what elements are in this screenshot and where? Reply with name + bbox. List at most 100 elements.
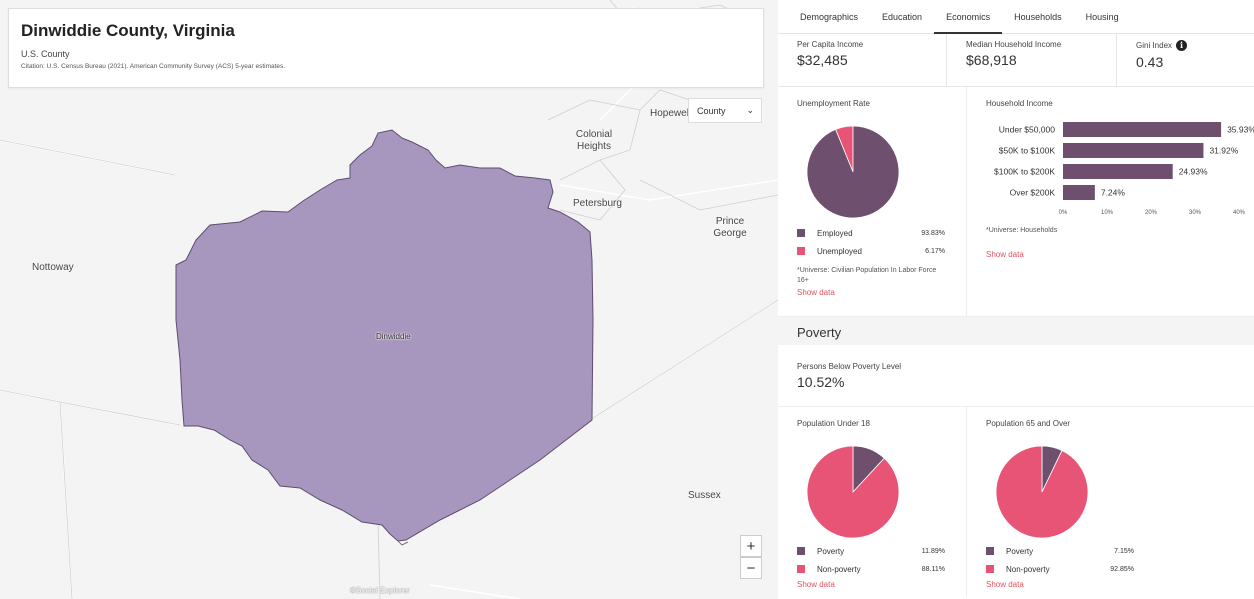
unemployment-show-data-link[interactable]: Show data: [797, 288, 966, 297]
legend-swatch: [986, 565, 994, 573]
region-type: U.S. County: [21, 49, 70, 59]
category-tabs: Demographics Education Economics Househo…: [778, 0, 1254, 34]
unemployment-legend: Employed 93.83% Unemployed 6.17%: [797, 224, 945, 260]
legend-swatch: [797, 229, 805, 237]
geography-level-select[interactable]: County ⌄: [688, 98, 762, 123]
median-household-income-label: Median Household Income: [966, 40, 1062, 49]
bar--50k-to-100k[interactable]: [1063, 143, 1204, 158]
bar-value-label: 7.24%: [1101, 188, 1126, 198]
bar-under-50-000[interactable]: [1063, 122, 1222, 137]
under18-title: Population Under 18: [797, 419, 870, 428]
over65-show-data-link[interactable]: Show data: [986, 580, 1254, 589]
pie-slice-non-poverty[interactable]: [806, 445, 900, 539]
household-income-bars: Under $50,000 35.93% $50K to $100K 31.92% $1…: [994, 122, 1254, 216]
gini-index-value: 0.43: [1136, 54, 1164, 70]
per-capita-income-stat: Per Capita Income $32,485: [778, 34, 946, 86]
tab-education[interactable]: Education: [870, 12, 934, 33]
household-income-footnote: *Universe: Households: [986, 227, 1058, 234]
map-label-sussex: Sussex: [688, 490, 721, 501]
under18-pie: [806, 445, 900, 539]
region-title: Dinwiddie County, Virginia: [21, 21, 235, 40]
citation-text: Citation: U.S. Census Bureau (2021). Ame…: [21, 63, 286, 70]
household-income-bar-chart: Under $50,000 35.93% $50K to $100K 31.92% $1…: [994, 122, 1254, 216]
region-info-card: Dinwiddie County, Virginia U.S. County C…: [8, 8, 764, 88]
median-household-income-value: $68,918: [966, 52, 1017, 68]
under18-show-data-link[interactable]: Show data: [797, 580, 966, 589]
over65-title: Population 65 and Over: [986, 419, 1071, 428]
tab-housing[interactable]: Housing: [1074, 12, 1131, 33]
household-income-title: Household Income: [986, 99, 1053, 108]
per-capita-income-label: Per Capita Income: [797, 40, 864, 49]
legend-item-unemployed: Unemployed 6.17%: [797, 242, 945, 260]
x-axis-tick-label: 30%: [1189, 210, 1202, 216]
bar-category-label: $50K to $100K: [999, 146, 1056, 156]
poverty-section-header: Poverty: [778, 317, 1254, 345]
bar-value-label: 24.93%: [1179, 167, 1208, 177]
bar-value-label: 35.93%: [1227, 125, 1254, 135]
tab-households[interactable]: Households: [1002, 12, 1074, 33]
map-watermark-logo: ©Social Explorer: [350, 586, 410, 595]
map-label-prince-george: Prince George: [713, 216, 747, 239]
chevron-down-icon: ⌄: [746, 105, 754, 115]
poverty-level-stat: Persons Below Poverty Level 10.52%: [778, 345, 1254, 407]
under18-pie-chart: [806, 445, 900, 539]
pie-slice-employed[interactable]: [806, 125, 900, 219]
bar-category-label: Over $200K: [1010, 188, 1056, 198]
employment-income-row: Unemployment Rate Employed 93.83% Unempl…: [778, 87, 1254, 317]
tab-demographics[interactable]: Demographics: [788, 12, 870, 33]
unemployment-pie: [806, 125, 900, 219]
under18-legend: Poverty 11.89% Non-poverty 88.11%: [797, 542, 945, 578]
geography-level-value: County: [697, 105, 726, 116]
income-stats-row: Per Capita Income $32,485 Median Househo…: [778, 34, 1254, 87]
x-axis-tick-label: 40%: [1233, 210, 1246, 216]
legend-swatch: [797, 565, 805, 573]
map-label-petersburg: Petersburg: [573, 198, 622, 209]
legend-swatch: [797, 547, 805, 555]
over65-card: Population 65 and Over Poverty 7.15% Non…: [966, 407, 1254, 597]
pie-slice-non-poverty[interactable]: [995, 445, 1089, 539]
bar-value-label: 31.92%: [1209, 146, 1238, 156]
zoom-in-button[interactable]: +: [740, 535, 762, 557]
x-axis-tick-label: 0%: [1059, 210, 1068, 216]
x-axis-tick-label: 20%: [1145, 210, 1158, 216]
unemployment-title: Unemployment Rate: [797, 99, 870, 108]
over65-legend: Poverty 7.15% Non-poverty 92.85%: [986, 542, 1134, 578]
legend-swatch: [797, 247, 805, 255]
bar-category-label: Under $50,000: [999, 125, 1056, 135]
legend-item-employed: Employed 93.83%: [797, 224, 945, 242]
poverty-age-row: Population Under 18 Poverty 11.89% Non-p…: [778, 407, 1254, 597]
map-label-nottoway: Nottoway: [32, 262, 74, 273]
map-label-dinwiddie: Dinwiddie: [376, 332, 411, 341]
basemap: [0, 0, 778, 599]
zoom-out-button[interactable]: −: [740, 557, 762, 579]
legend-swatch: [986, 547, 994, 555]
poverty-level-value: 10.52%: [797, 374, 845, 390]
under18-card: Population Under 18 Poverty 11.89% Non-p…: [778, 407, 966, 597]
info-icon[interactable]: i: [1176, 40, 1188, 51]
map-label-colonial-heights: Colonial Heights: [575, 129, 613, 152]
tab-economics[interactable]: Economics: [934, 12, 1003, 34]
poverty-level-label: Persons Below Poverty Level: [797, 362, 902, 371]
legend-item-poverty: Poverty 7.15%: [986, 542, 1134, 560]
bar-category-label: $100K to $200K: [994, 167, 1055, 177]
household-income-show-data-link[interactable]: Show data: [986, 250, 1254, 259]
legend-item-non-poverty: Non-poverty 92.85%: [986, 560, 1134, 578]
bar--100k-to-200k[interactable]: [1063, 164, 1173, 179]
map-label-hopewell: Hopewel: [650, 108, 689, 119]
legend-item-poverty: Poverty 11.89%: [797, 542, 945, 560]
data-panel: Demographics Education Economics Househo…: [778, 0, 1254, 599]
gini-index-label: Gini Index: [1136, 41, 1173, 50]
per-capita-income-value: $32,485: [797, 52, 848, 68]
unemployment-card: Unemployment Rate Employed 93.83% Unempl…: [778, 87, 966, 316]
legend-item-non-poverty: Non-poverty 88.11%: [797, 560, 945, 578]
household-income-card: Household Income Under $50,000 35.93% $50K…: [966, 87, 1254, 316]
over65-pie-chart: [995, 445, 1089, 539]
map-view[interactable]: Hopewel Colonial Heights Petersburg Prin…: [0, 0, 778, 599]
median-household-income-stat: Median Household Income $68,918: [946, 34, 1116, 86]
over65-pie: [995, 445, 1089, 539]
x-axis-tick-label: 10%: [1101, 210, 1114, 216]
unemployment-footnote: *Universe: Civilian Population In Labor …: [797, 267, 937, 284]
unemployment-pie-chart: [806, 125, 900, 219]
gini-index-stat: Gini Index i 0.43: [1116, 34, 1254, 86]
bar-over-200k[interactable]: [1063, 185, 1095, 200]
